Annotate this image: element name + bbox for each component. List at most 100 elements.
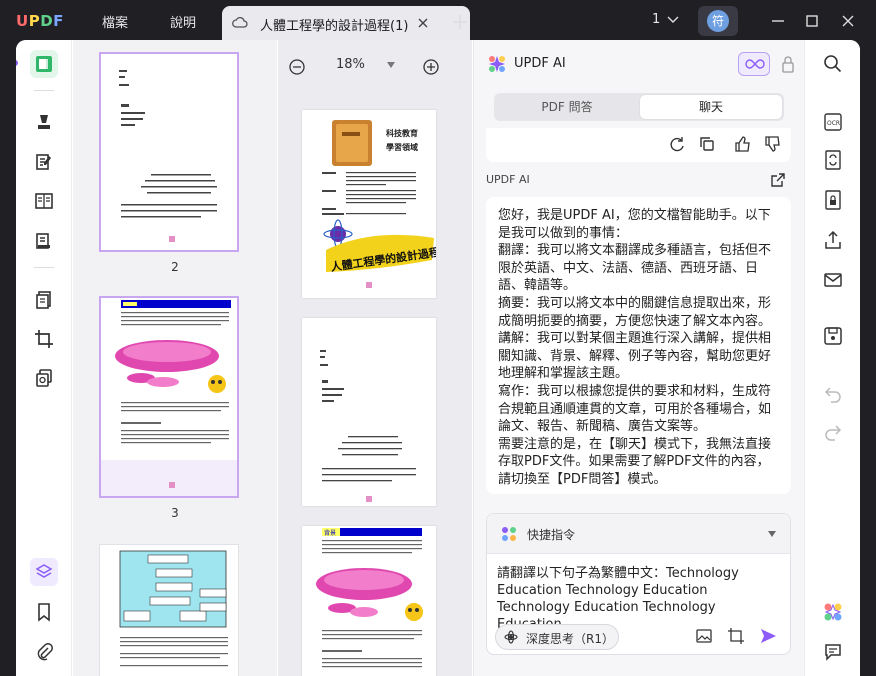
reader-tool-button[interactable] [30,50,58,78]
previous-message-actions [486,128,791,162]
tab-pdf-qa[interactable]: PDF 問答 [496,95,638,119]
protect-tool-button[interactable] [30,364,58,392]
reader-icon [36,56,52,72]
zoom-level[interactable]: 18% [336,57,365,72]
organize-tool-button[interactable] [30,227,58,255]
document-tab[interactable]: 人體工程學的設計過程(1) [222,6,470,42]
open-window-count[interactable]: 1 [652,12,660,27]
chat-input[interactable]: 請翻譯以下句子為繁體中文：Technology Education Techno… [497,565,781,633]
mail-icon[interactable] [823,270,843,290]
deep-think-button[interactable]: 深度思考（R1） [495,624,619,650]
chevron-down-icon[interactable] [767,530,777,538]
cloud-icon [232,16,248,28]
answer-paragraph: 寫作：我可以根據您提供的要求和材料，生成符合規範且通順連貫的文章，可用於各種場合… [498,383,772,435]
zoom-in-icon[interactable] [422,58,440,76]
thumbnail-page-2[interactable] [99,52,239,252]
menu-file[interactable]: 檔案 [102,12,128,31]
redo-icon[interactable] [823,422,843,442]
copy-icon[interactable] [698,135,716,153]
page-4-preview [119,550,228,667]
answer-paragraph: 摘要：我可以將文本中的關鍵信息提取出來，形成簡明扼要的摘要，方便您快速了解文本內… [498,295,772,329]
image-icon[interactable] [695,627,713,645]
attachment-button[interactable] [30,638,58,666]
tab-chat[interactable]: 聊天 [640,95,782,119]
infinity-icon [745,59,765,69]
crop-icon [35,330,53,348]
edit-tool-button[interactable] [30,148,58,176]
cover-page: 科技教育 學習領域 人體工程學的設計過程 [322,120,441,288]
divider [34,90,54,91]
zoom-dropdown-icon[interactable] [387,62,395,68]
page-3-view: 背景 [316,528,423,668]
layers-button[interactable] [30,558,58,586]
convert-icon[interactable] [823,150,843,170]
regenerate-icon[interactable] [668,135,686,153]
send-icon[interactable] [759,627,777,645]
layers-icon [35,564,53,578]
chevron-down-icon[interactable] [666,14,680,26]
answer-paragraph: 您好，我是UPDF AI，您的文檔智能助手。以下是我可以做到的事情： [498,208,771,241]
thumbnail-panel: 2 3 [73,40,277,676]
close-icon[interactable] [414,14,432,32]
document-view: 18% 科技教育 學習領域 人體工程學的設計過程 背景 [278,40,472,676]
ai-title: UPDF AI [514,56,566,71]
add-tab-icon[interactable] [450,12,470,32]
cover-title-line1: 科技教育 [386,128,418,138]
message-sender: UPDF AI [486,173,530,186]
page-3-preview [101,300,237,496]
thumbs-down-icon[interactable] [764,135,782,153]
thumbnail-number: 3 [171,506,179,520]
mode-switch: PDF 問答 聊天 [494,93,784,121]
menu-help[interactable]: 說明 [170,12,196,31]
comment-list-icon[interactable] [823,642,843,662]
window-close-icon[interactable] [838,11,858,31]
undo-icon[interactable] [823,384,843,404]
tab-title: 人體工程學的設計過程(1) [260,19,409,34]
document-page-3[interactable]: 背景 [302,526,436,676]
ai-panel: UPDF AI PDF 問答 聊天 UPDF AI 您好，我是UPDF AI，您… [473,40,804,676]
lock-icon[interactable] [780,54,796,74]
edit-page-icon [36,154,51,170]
quick-commands[interactable]: 快捷指令 [487,514,790,554]
minimize-icon[interactable] [768,11,788,31]
deep-think-label: 深度思考（R1） [526,632,614,646]
right-toolbar: OCR [804,40,860,676]
avatar-initial: 符 [707,10,729,32]
document-page-1[interactable]: 科技教育 學習領域 人體工程學的設計過程 [302,110,441,298]
divider [34,267,54,268]
crop-tool-button[interactable] [30,325,58,353]
ocr-icon[interactable]: OCR [823,112,843,132]
share-icon[interactable] [823,230,843,250]
cover-title-line2: 學習領域 [386,142,418,152]
zoom-out-icon[interactable] [288,58,306,76]
avatar[interactable]: 符 [698,6,738,36]
app-logo[interactable]: UPDF [16,12,64,30]
save-icon[interactable] [823,326,843,346]
thumbnail-page-3[interactable] [99,296,239,498]
updf-ai-logo-icon [489,56,505,72]
search-icon[interactable] [823,54,843,74]
thumbs-up-icon[interactable] [734,135,752,153]
page-2-preview [119,70,217,242]
sign-icon [36,233,50,249]
protect-file-icon[interactable] [823,190,843,210]
thumbnail-page-4[interactable] [99,544,239,676]
export-icon[interactable] [770,172,786,188]
bookmark-button[interactable] [30,598,58,626]
comment-tool-button[interactable] [30,108,58,136]
screenshot-icon[interactable] [727,627,745,645]
maximize-icon[interactable] [802,11,822,31]
bookmark-icon [38,603,50,622]
answer-paragraph: 翻譯：我可以將文本翻譯成多種語言，包括但不限於英語、中文、法語、德語、西班牙語、… [498,243,772,294]
credits-button[interactable] [738,52,770,76]
updf-ai-icon[interactable] [823,602,843,622]
form-icon [35,193,53,209]
left-toolbar [16,40,72,676]
pages-tool-button[interactable] [30,286,58,314]
main-frame: 2 3 18% 科技教育 學習領域 人體工程學的設計過程 背景 UPDF AI … [16,40,860,676]
form-tool-button[interactable] [30,187,58,215]
status-dot [16,60,18,66]
deep-think-icon [504,630,518,644]
chat-input-box: 快捷指令 請翻譯以下句子為繁體中文：Technology Education T… [486,513,791,655]
document-page-2[interactable] [302,318,436,506]
